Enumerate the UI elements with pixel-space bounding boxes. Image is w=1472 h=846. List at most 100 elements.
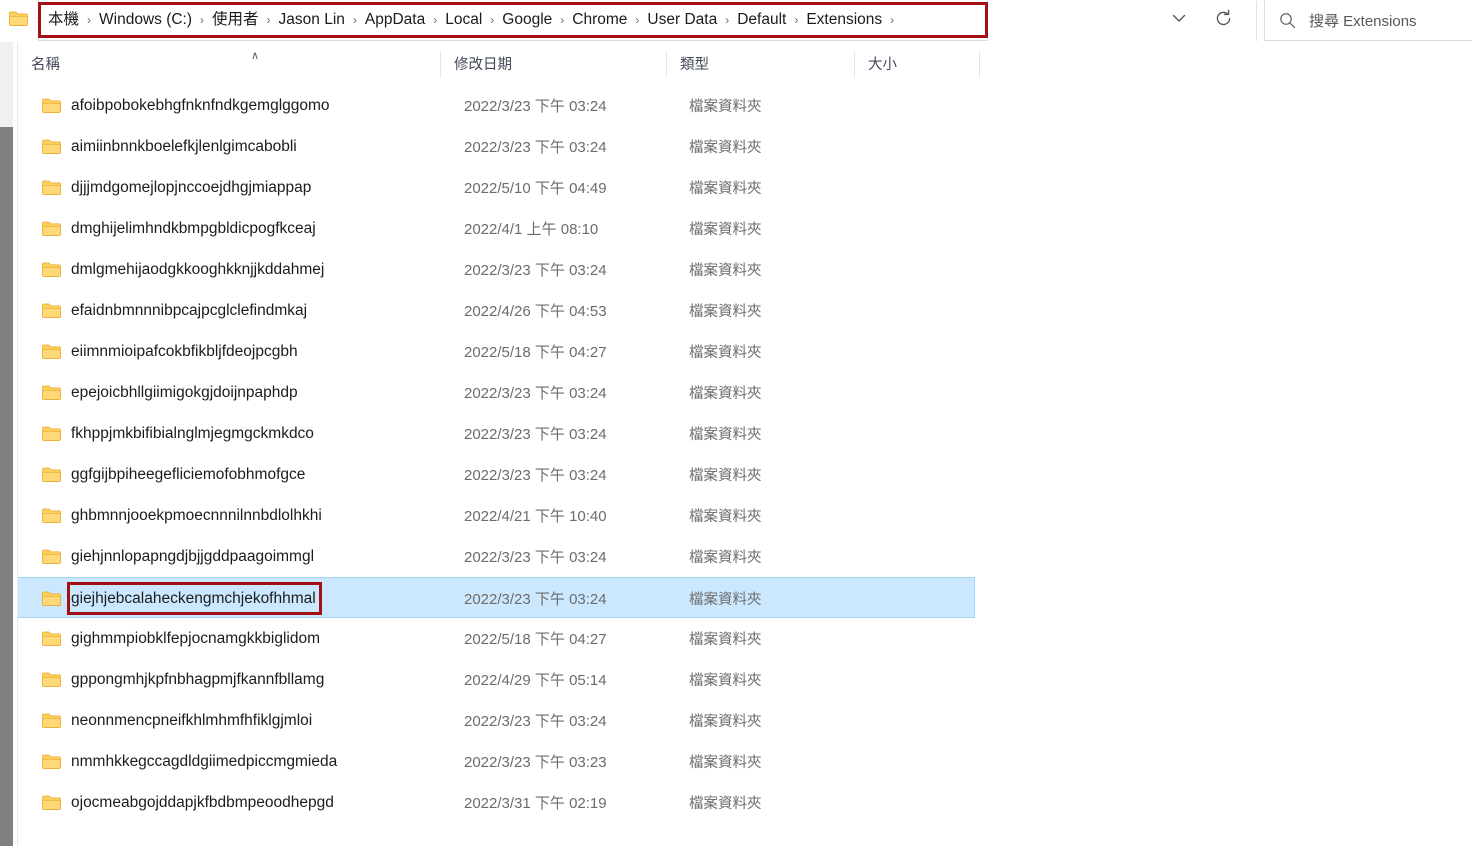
cell-name[interactable]: djjjmdgomejlopjnccoejdhgjmiappap (18, 167, 440, 208)
breadcrumb-item[interactable]: Windows (C:) (98, 10, 193, 30)
breadcrumb-item[interactable]: Chrome (571, 10, 628, 30)
cell-name[interactable]: gppongmhjkpfnbhagpmjfkannfbllamg (18, 659, 440, 700)
folder-icon (42, 344, 61, 360)
file-explorer-window: › 本機›Windows (C:)›使用者›Jason Lin›AppData›… (0, 0, 1472, 846)
cell-name[interactable]: gighmmpiobklfepjocnamgkkbiglidom (18, 618, 440, 659)
cell-type: 檔案資料夾 (689, 673, 762, 689)
cell-name[interactable]: giehjnnlopapngdjbjjgddpaagoimmgl (18, 536, 440, 577)
breadcrumb-item[interactable]: Extensions (805, 10, 883, 30)
table-row-selected[interactable]: giejhjebcalaheckengmchjekofhhmal 2022/3/2… (18, 577, 975, 618)
cell-size (859, 167, 975, 208)
file-name-label: gppongmhjkpfnbhagpmjfkannfbllamg (71, 670, 325, 688)
refresh-button[interactable] (1202, 0, 1244, 41)
sort-ascending-icon: ∧ (250, 50, 260, 62)
cell-type: 檔案資料夾 (689, 509, 762, 525)
cell-type: 檔案資料夾 (689, 99, 762, 115)
cell-name[interactable]: nmmhkkegccagdldgiimedpiccmgmieda (18, 741, 440, 782)
search-input[interactable]: 搜尋 Extensions (1309, 10, 1417, 31)
table-row[interactable]: gighmmpiobklfepjocnamgkkbiglidom 2022/5/1… (18, 618, 975, 659)
column-header-type[interactable]: 類型 (667, 42, 854, 85)
breadcrumb-item[interactable]: 使用者 (211, 10, 260, 30)
table-row[interactable]: epejoicbhllgiimigokgjdoijnpaphdp 2022/3/2… (18, 372, 975, 413)
breadcrumb-separator[interactable]: › (260, 10, 278, 30)
breadcrumb-item[interactable]: 本機 (47, 10, 80, 30)
table-row[interactable]: gppongmhjkpfnbhagpmjfkannfbllamg 2022/4/2… (18, 659, 975, 700)
cell-name[interactable]: efaidnbmnnnibpcajpcglclefindmkaj (18, 290, 440, 331)
table-row[interactable]: ojocmeabgojddapjkfbdbmpeoodhepgd 2022/3/3… (18, 782, 975, 823)
cell-name[interactable]: ojocmeabgojddapjkfbdbmpeoodhepgd (18, 782, 440, 823)
cell-date-modified: 2022/3/23 下午 03:24 (464, 385, 607, 402)
breadcrumb-separator[interactable]: › (80, 10, 98, 30)
table-row[interactable]: dmghijelimhndkbmpgbldicpogfkceaj 2022/4/1… (18, 208, 975, 249)
address-toolbar: › 本機›Windows (C:)›使用者›Jason Lin›AppData›… (0, 0, 1472, 42)
breadcrumb-separator[interactable]: › (193, 10, 211, 30)
cell-name[interactable]: neonnmencpneifkhlmhmfhfiklgjmloi (18, 700, 440, 741)
cell-date-modified: 2022/3/23 下午 03:23 (464, 754, 607, 771)
table-row[interactable]: dmlgmehijaodgkkooghkknjjkddahmej 2022/3/2… (18, 249, 975, 290)
cell-name[interactable]: afoibpobokebhgfnknfndkgemglggomo (18, 85, 440, 126)
breadcrumb[interactable]: 本機 › Windows (C:) › 使用者 › Jason Lin › AppData › Lo… (38, 0, 988, 41)
file-name-annotation-box (67, 581, 322, 615)
cell-type: 檔案資料夾 (689, 427, 762, 443)
cell-name[interactable]: dmghijelimhndkbmpgbldicpogfkceaj (18, 208, 440, 249)
cell-size (859, 290, 975, 331)
table-row[interactable]: neonnmencpneifkhlmhmfhfiklgjmloi 2022/3/2… (18, 700, 975, 741)
breadcrumb-separator[interactable]: › (426, 10, 444, 30)
breadcrumb-separator[interactable]: › (787, 10, 805, 30)
column-header-size[interactable]: 大小 (855, 42, 979, 85)
breadcrumb-item[interactable]: User Data (646, 10, 718, 30)
table-row[interactable]: djjjmdgomejlopjnccoejdhgjmiappap 2022/5/1… (18, 167, 975, 208)
breadcrumb-separator[interactable]: › (718, 10, 736, 30)
search-box[interactable]: 搜尋 Extensions (1264, 0, 1472, 41)
column-header-name[interactable]: 名稱 (18, 42, 440, 85)
cell-type: 檔案資料夾 (689, 386, 762, 402)
column-divider[interactable] (979, 51, 980, 78)
file-name-label: ggfgijbpiheegefliciemofobhmofgce (71, 465, 306, 483)
cell-size (859, 249, 975, 290)
cell-name[interactable]: ghbmnnjooekpmoecnnnilnnbdlolhkhi (18, 495, 440, 536)
cell-date-modified: 2022/3/23 下午 03:24 (464, 713, 607, 730)
navigation-pane-scrollbar-thumb[interactable] (0, 127, 13, 846)
cell-name[interactable]: giejhjebcalaheckengmchjekofhhmal (18, 578, 440, 619)
table-row[interactable]: afoibpobokebhgfnknfndkgemglggomo 2022/3/2… (18, 85, 975, 126)
table-row[interactable]: fkhppjmkbifibialnglmjegmgckmkdco 2022/3/2… (18, 413, 975, 454)
breadcrumb-item[interactable]: Default (736, 10, 787, 30)
cell-name[interactable]: aimiinbnnkboelefkjlenlgimcabobli (18, 126, 440, 167)
cell-type: 檔案資料夾 (689, 796, 762, 812)
table-row[interactable]: efaidnbmnnnibpcajpcglclefindmkaj 2022/4/2… (18, 290, 975, 331)
breadcrumb-separator[interactable]: › (553, 10, 571, 30)
cell-size (859, 700, 975, 741)
address-history-dropdown-button[interactable] (1158, 0, 1200, 41)
breadcrumb-separator[interactable]: › (483, 10, 501, 30)
file-name-label: epejoicbhllgiimigokgjdoijnpaphdp (71, 383, 298, 401)
table-row[interactable]: giehjnnlopapngdjbjjgddpaagoimmgl 2022/3/2… (18, 536, 975, 577)
cell-size (859, 741, 975, 782)
cell-date-modified: 2022/3/23 下午 03:24 (464, 139, 607, 156)
column-header-date-modified[interactable]: 修改日期 (441, 42, 666, 85)
cell-name[interactable]: epejoicbhllgiimigokgjdoijnpaphdp (18, 372, 440, 413)
navigation-pane-scrollbar-track[interactable] (0, 42, 13, 846)
cell-type: 檔案資料夾 (689, 140, 762, 156)
table-row[interactable]: nmmhkkegccagdldgiimedpiccmgmieda 2022/3/2… (18, 741, 975, 782)
breadcrumb-item[interactable]: AppData (364, 10, 426, 30)
breadcrumb-separator[interactable]: › (346, 10, 364, 30)
breadcrumb-separator[interactable]: › (883, 10, 901, 30)
table-row[interactable]: aimiinbnnkboelefkjlenlgimcabobli 2022/3/2… (18, 126, 975, 167)
breadcrumb-item[interactable]: Jason Lin (278, 10, 346, 30)
breadcrumb-item[interactable]: Google (501, 10, 553, 30)
table-row[interactable]: ghbmnnjooekpmoecnnnilnnbdlolhkhi 2022/4/2… (18, 495, 975, 536)
breadcrumb-separator[interactable]: › (628, 10, 646, 30)
folder-icon (42, 139, 61, 155)
table-row[interactable]: eiimnmioipafcokbfikbljfdeojpcgbh 2022/5/1… (18, 331, 975, 372)
cell-date-modified: 2022/3/23 下午 03:24 (464, 467, 607, 484)
address-bar[interactable]: 本機 › Windows (C:) › 使用者 › Jason Lin › AppData › Lo… (38, 0, 988, 41)
breadcrumb-item[interactable]: Local (444, 10, 483, 30)
table-row[interactable]: ggfgijbpiheegefliciemofobhmofgce 2022/3/2… (18, 454, 975, 495)
cell-name[interactable]: eiimnmioipafcokbfikbljfdeojpcgbh (18, 331, 440, 372)
cell-name[interactable]: ggfgijbpiheegefliciemofobhmofgce (18, 454, 440, 495)
folder-icon (42, 385, 61, 401)
folder-icon (42, 508, 61, 524)
cell-name[interactable]: dmlgmehijaodgkkooghkknjjkddahmej (18, 249, 440, 290)
folder-icon (42, 549, 61, 565)
cell-name[interactable]: fkhppjmkbifibialnglmjegmgckmkdco (18, 413, 440, 454)
